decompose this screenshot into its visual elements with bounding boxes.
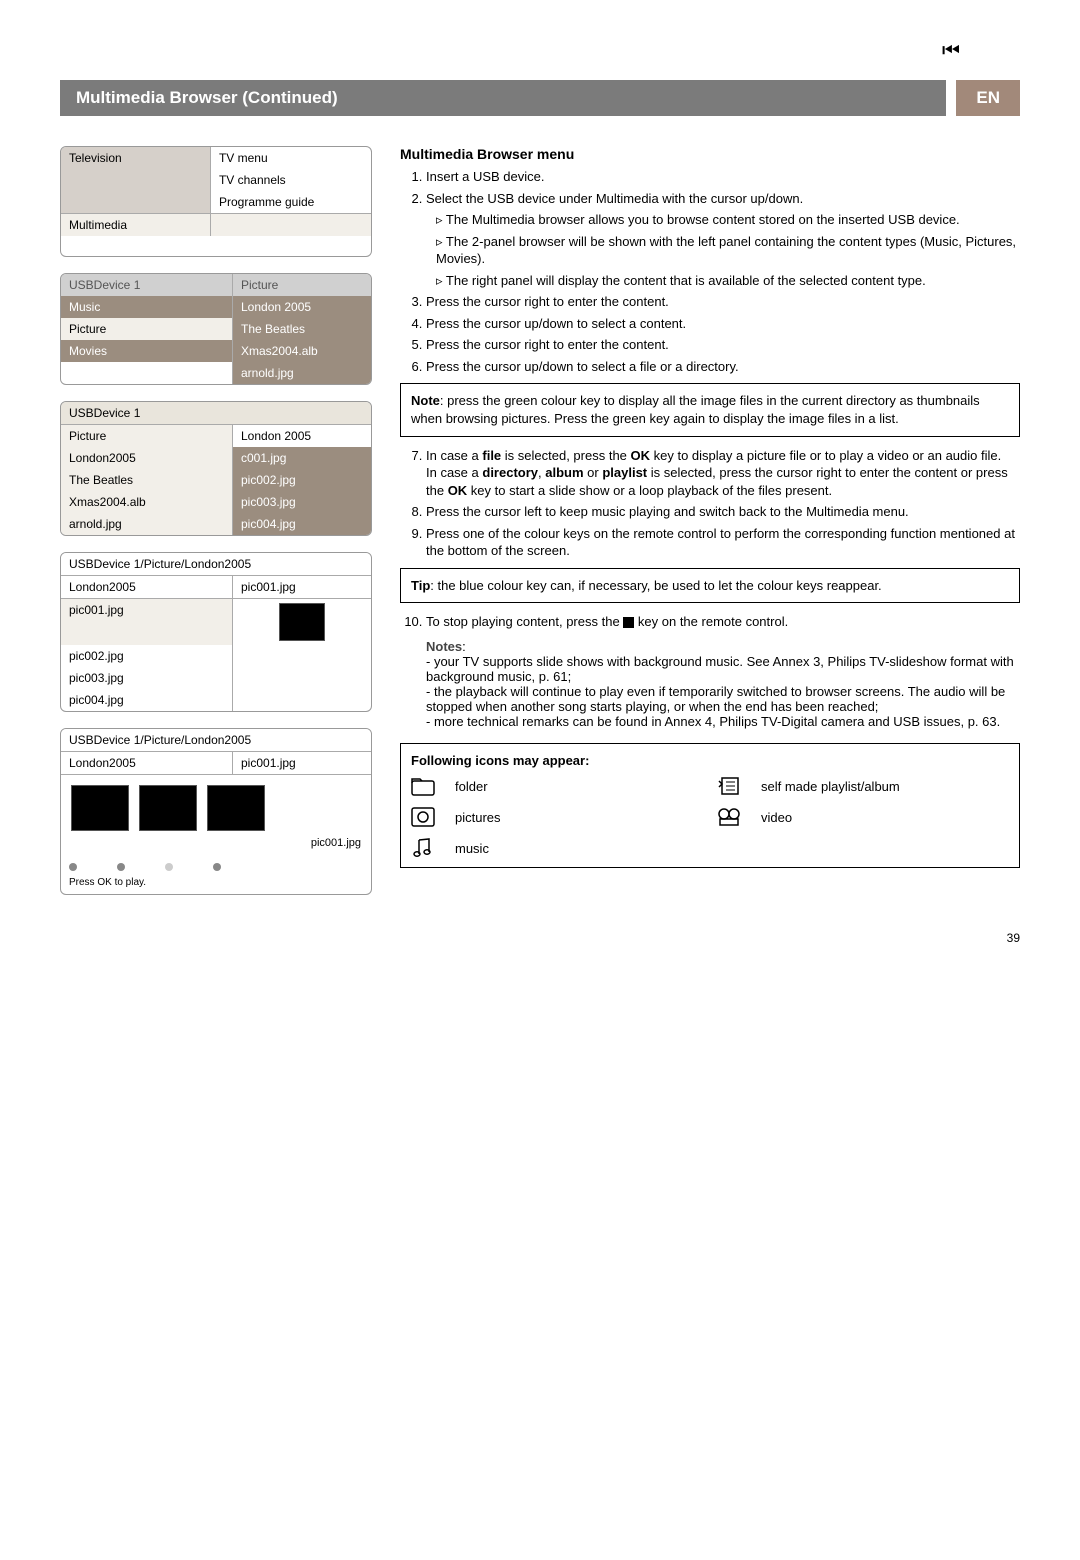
steps-list: Insert a USB device. Select the USB devi…: [400, 168, 1020, 375]
icons-title: Following icons may appear:: [411, 753, 589, 768]
header-right: Picture: [233, 274, 371, 296]
cell: Xmas2004.alb: [61, 491, 233, 513]
panel-file-list: USBDevice 1/Picture/London2005 London200…: [60, 552, 372, 712]
cell: Multimedia: [61, 214, 211, 236]
step: To stop playing content, press the key o…: [426, 613, 1020, 631]
cell: Xmas2004.alb: [233, 340, 371, 362]
cell: pic004.jpg: [233, 513, 371, 535]
header-left: London2005: [61, 576, 233, 598]
music-icon: [411, 837, 441, 859]
step: Select the USB device under Multimedia w…: [426, 190, 1020, 290]
cell: pic003.jpg: [233, 491, 371, 513]
cell: Programme guide: [211, 191, 371, 213]
note-item: more technical remarks can be found in A…: [434, 714, 1000, 729]
panel-thumbnails: USBDevice 1/Picture/London2005 London200…: [60, 728, 372, 895]
sub-bullet: The right panel will display the content…: [436, 272, 1020, 290]
header-right: pic001.jpg: [233, 576, 371, 598]
tip-box: Tip: the blue colour key can, if necessa…: [400, 568, 1020, 604]
list-item: pic001.jpg: [61, 599, 233, 645]
note-box: Note: press the green colour key to disp…: [400, 383, 1020, 436]
dot-icon: [213, 863, 221, 871]
page-title: Multimedia Browser (Continued): [60, 80, 946, 116]
video-icon: [717, 807, 747, 827]
playlist-icon: [717, 775, 747, 797]
step: Insert a USB device.: [426, 168, 1020, 186]
panel-usb-picture: USBDevice 1 PictureLondon 2005 London200…: [60, 401, 372, 536]
page-number: 39: [60, 931, 1020, 945]
step: In case a file is selected, press the OK…: [426, 447, 1020, 500]
cell: London 2005: [233, 425, 371, 447]
sub-bullet: The Multimedia browser allows you to bro…: [436, 211, 1020, 229]
icon-label: music: [455, 840, 703, 858]
hint-text: Press OK to play.: [61, 875, 371, 894]
cell: Television: [61, 147, 211, 169]
cell: arnold.jpg: [61, 513, 233, 535]
icon-label: pictures: [455, 809, 703, 827]
header-left: London2005: [61, 752, 233, 774]
thumbnail-icon: [71, 785, 129, 831]
breadcrumb: USBDevice 1/Picture/London2005: [61, 729, 371, 752]
thumbnail-icon: [207, 785, 265, 831]
panel-usb-categories: USBDevice 1 Picture MusicLondon 2005 Pic…: [60, 273, 372, 385]
cell: The Beatles: [233, 318, 371, 340]
cell: London2005: [61, 447, 233, 469]
cell: [61, 169, 211, 191]
list-item: pic004.jpg: [61, 689, 233, 711]
skip-prev-icon: ⏮: [942, 40, 960, 63]
steps-list-cont2: To stop playing content, press the key o…: [400, 613, 1020, 631]
thumbnail-icon: [139, 785, 197, 831]
cell: [211, 214, 371, 236]
section-title: Multimedia Browser menu: [400, 146, 1020, 162]
pictures-icon: [411, 807, 441, 827]
list-item: pic002.jpg: [61, 645, 233, 667]
header: Multimedia Browser (Continued) EN: [60, 80, 1020, 116]
language-badge: EN: [956, 80, 1020, 116]
step: Press the cursor up/down to select a con…: [426, 315, 1020, 333]
thumb-caption: pic001.jpg: [71, 837, 361, 849]
cell: Music: [61, 296, 233, 318]
breadcrumb: USBDevice 1/Picture/London2005: [61, 553, 371, 576]
cell: [61, 362, 233, 384]
cell: Picture: [61, 425, 233, 447]
list-item: pic003.jpg: [61, 667, 233, 689]
cell: TV menu: [211, 147, 371, 169]
dot-icon: [117, 863, 125, 871]
thumbnail-icon: [279, 603, 325, 641]
step: Press the cursor up/down to select a fil…: [426, 358, 1020, 376]
sub-bullet: The 2-panel browser will be shown with t…: [436, 233, 1020, 268]
panel-header: USBDevice 1: [61, 402, 371, 425]
icons-legend-box: Following icons may appear: folder self …: [400, 743, 1020, 869]
cell: c001.jpg: [233, 447, 371, 469]
step: Press the cursor right to enter the cont…: [426, 293, 1020, 311]
cell: pic002.jpg: [233, 469, 371, 491]
icon-label: video: [761, 809, 1009, 827]
cell: arnold.jpg: [233, 362, 371, 384]
cell: Movies: [61, 340, 233, 362]
dot-icon: [165, 863, 173, 871]
icon-label: self made playlist/album: [761, 778, 1009, 796]
panel-tv-menu: Television TV menu TV channels Programme…: [60, 146, 372, 257]
dot-icon: [69, 863, 77, 871]
icon-label: folder: [455, 778, 703, 796]
colour-keys-row: [61, 859, 371, 875]
step: Press the cursor right to enter the cont…: [426, 336, 1020, 354]
step: Press one of the colour keys on the remo…: [426, 525, 1020, 560]
cell: TV channels: [211, 169, 371, 191]
folder-icon: [411, 776, 441, 796]
header-left: USBDevice 1: [61, 274, 233, 296]
steps-list-cont: In case a file is selected, press the OK…: [400, 447, 1020, 560]
cell: The Beatles: [61, 469, 233, 491]
header-right: pic001.jpg: [233, 752, 371, 774]
notes-heading: Notes: [426, 639, 462, 654]
stop-icon: [623, 617, 634, 628]
note-item: your TV supports slide shows with backgr…: [426, 654, 1014, 684]
step: Press the cursor left to keep music play…: [426, 503, 1020, 521]
cell: [61, 191, 211, 213]
cell: Picture: [61, 318, 233, 340]
note-item: the playback will continue to play even …: [426, 684, 1005, 714]
cell: London 2005: [233, 296, 371, 318]
